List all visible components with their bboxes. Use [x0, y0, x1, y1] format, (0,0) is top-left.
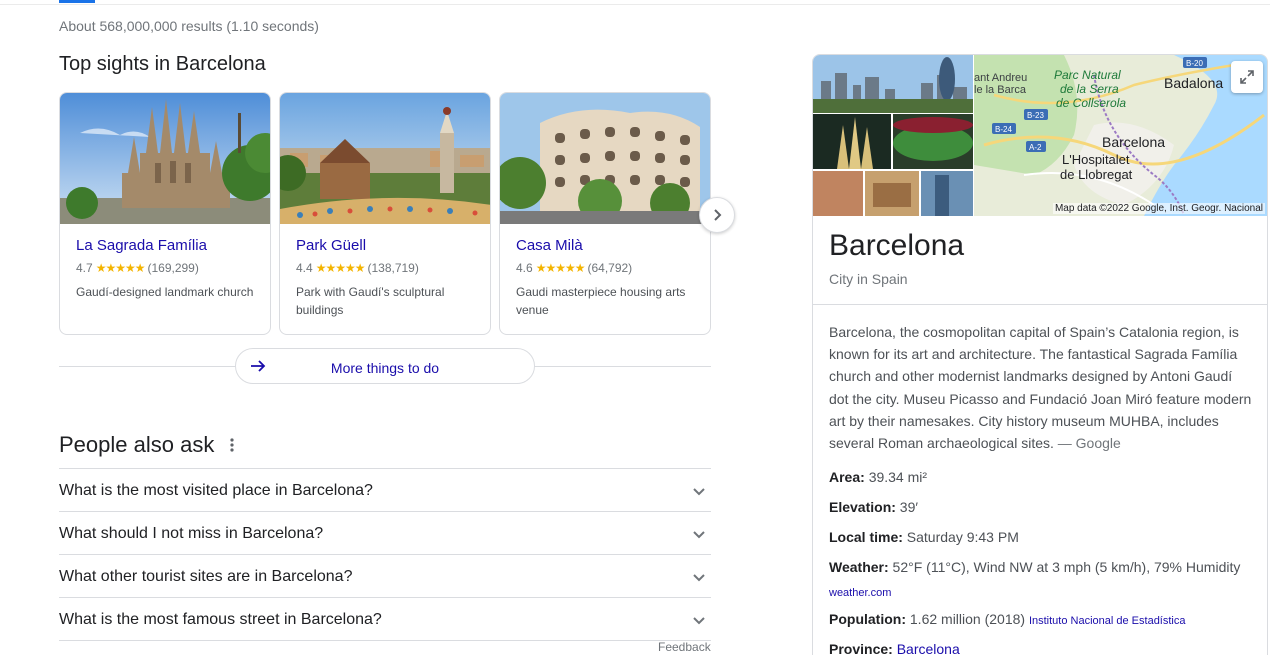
sight-name[interactable]: Casa Milà [516, 237, 583, 254]
sight-description: Gaudi masterpiece housing arts venue [516, 285, 686, 317]
road-label: B-23 [1027, 111, 1044, 120]
sight-rating: 4.7 ★★★★★ (169,299) [76, 261, 199, 275]
rating-value: 4.6 [516, 261, 533, 275]
road-label: B-24 [995, 125, 1012, 134]
sight-rating: 4.4 ★★★★★ (138,719) [296, 261, 419, 275]
fact-local-time: Local time: Saturday 9:43 PM [829, 529, 1019, 545]
chevron-down-icon [693, 488, 705, 496]
fact-province: Province: Barcelona [829, 641, 960, 655]
weather-source-link[interactable]: weather.com [829, 587, 891, 599]
paa-question-text: What other tourist sites are in Barcelon… [59, 568, 353, 585]
chevron-down-icon [693, 531, 705, 539]
province-link[interactable]: Barcelona [897, 641, 960, 655]
sight-card-sagrada-familia[interactable]: La Sagrada Família 4.7 ★★★★★ (169,299) Gau… [59, 92, 271, 335]
rating-value: 4.4 [296, 261, 313, 275]
entity-description: Barcelona, the cosmopolitan capital of S… [829, 321, 1255, 454]
map-credit: Map data ©2022 Google, Inst. Geogr. Naci… [1052, 203, 1265, 214]
map-place-label: ant Andreu [974, 72, 1027, 84]
map-place-label: Parc Natural [1054, 68, 1121, 82]
fact-value: 1.62 million (2018) [909, 611, 1026, 627]
review-count: (64,792) [587, 261, 633, 275]
feedback-link[interactable]: Feedback [658, 640, 711, 654]
chevron-right-icon [714, 209, 722, 221]
paa-question-text: What is the most visited place in Barcel… [59, 482, 373, 499]
sight-card-casa-mila[interactable]: Casa Milà 4.6 ★★★★★ (64,792) Gaudi masterp… [499, 92, 711, 335]
knowledge-panel: B-20 B-23 B-24 A-2 ant Andreu le la Barc… [812, 54, 1268, 655]
fact-elevation: Elevation: 39′ [829, 499, 918, 515]
paa-question[interactable]: What is the most famous street in Barcel… [59, 597, 711, 640]
fact-label[interactable]: Population: [829, 611, 906, 627]
paa-question[interactable]: What should I not miss in Barcelona? [59, 511, 711, 554]
fact-value: Saturday 9:43 PM [906, 529, 1019, 545]
description-source[interactable]: — Google [1058, 435, 1121, 451]
fact-weather: Weather: 52°F (11°C), Wind NW at 3 mph (… [829, 559, 1240, 575]
park-guell-photo [280, 93, 490, 224]
sight-name[interactable]: Park Güell [296, 237, 366, 254]
map-place-label: Barcelona [1102, 134, 1165, 150]
divider [813, 304, 1267, 305]
casa-mila-photo [500, 93, 710, 224]
map-place-label: de la Serra [1060, 82, 1119, 96]
star-rating-icon: ★★★★★ [535, 261, 586, 275]
expand-map-button[interactable] [1231, 61, 1263, 93]
map-place-label: de Llobregat [1060, 167, 1133, 182]
fact-area: Area: 39.34 mi² [829, 469, 927, 485]
fact-weather-source: weather.com [829, 583, 891, 599]
barcelona-photo-collage[interactable] [813, 55, 974, 216]
sight-name[interactable]: La Sagrada Família [76, 237, 207, 254]
map-place-label: L'Hospitalet [1062, 152, 1130, 167]
paa-question[interactable]: What other tourist sites are in Barcelon… [59, 554, 711, 597]
map-place-label: Badalona [1164, 75, 1223, 91]
rating-value: 4.7 [76, 261, 93, 275]
chevron-down-icon [693, 574, 705, 582]
more-things-to-do-button[interactable]: More things to do [235, 348, 535, 384]
entity-title: Barcelona [829, 229, 965, 262]
star-rating-icon: ★★★★★ [95, 261, 146, 275]
map-place-label: de Collserola [1056, 96, 1126, 110]
tab-bar-divider [0, 0, 1270, 5]
more-things-label: More things to do [330, 360, 440, 376]
map-place-label: le la Barca [974, 84, 1027, 96]
fact-value: 39.34 mi² [868, 469, 928, 485]
sight-card-park-guell[interactable]: Park Güell 4.4 ★★★★★ (138,719) Park with G… [279, 92, 491, 335]
fact-label[interactable]: Weather: [829, 559, 889, 575]
results-stats: About 568,000,000 results (1.10 seconds) [59, 18, 319, 34]
entity-subtitle: City in Spain [829, 271, 908, 287]
active-tab-indicator [59, 0, 95, 3]
review-count: (138,719) [367, 261, 419, 275]
fact-value: 52°F (11°C), Wind NW at 3 mph (5 km/h), … [892, 559, 1241, 575]
sight-description: Gaudí-designed landmark church [76, 285, 254, 299]
divider [59, 640, 711, 641]
barcelona-map[interactable]: B-20 B-23 B-24 A-2 ant Andreu le la Barc… [974, 55, 1267, 216]
chevron-down-icon [693, 617, 705, 625]
fact-label[interactable]: Local time: [829, 529, 903, 545]
sight-rating: 4.6 ★★★★★ (64,792) [516, 261, 632, 275]
paa-question-text: What should I not miss in Barcelona? [59, 525, 324, 542]
fact-label[interactable]: Province: [829, 641, 893, 655]
expand-icon [1240, 70, 1254, 84]
paa-question-text: What is the most famous street in Barcel… [59, 611, 382, 628]
carousel-next-button[interactable] [699, 197, 735, 233]
review-count: (169,299) [147, 261, 199, 275]
sight-description: Park with Gaudí's sculptural buildings [296, 285, 445, 317]
road-label: B-20 [1186, 59, 1203, 68]
road-label: A-2 [1029, 143, 1042, 152]
people-also-ask-title: People also ask [59, 432, 215, 457]
population-source-link[interactable]: Instituto Nacional de Estadística [1029, 615, 1186, 627]
top-sights-title: Top sights in Barcelona [59, 53, 266, 75]
star-rating-icon: ★★★★★ [315, 261, 366, 275]
paa-question[interactable]: What is the most visited place in Barcel… [59, 468, 711, 511]
fact-label[interactable]: Area: [829, 469, 865, 485]
fact-population: Population: 1.62 million (2018) Institut… [829, 611, 1185, 627]
description-text: Barcelona, the cosmopolitan capital of S… [829, 324, 1252, 452]
more-options-icon[interactable] [226, 436, 238, 454]
fact-value: 39′ [899, 499, 918, 515]
sagrada-familia-photo [60, 93, 270, 224]
fact-label[interactable]: Elevation: [829, 499, 896, 515]
